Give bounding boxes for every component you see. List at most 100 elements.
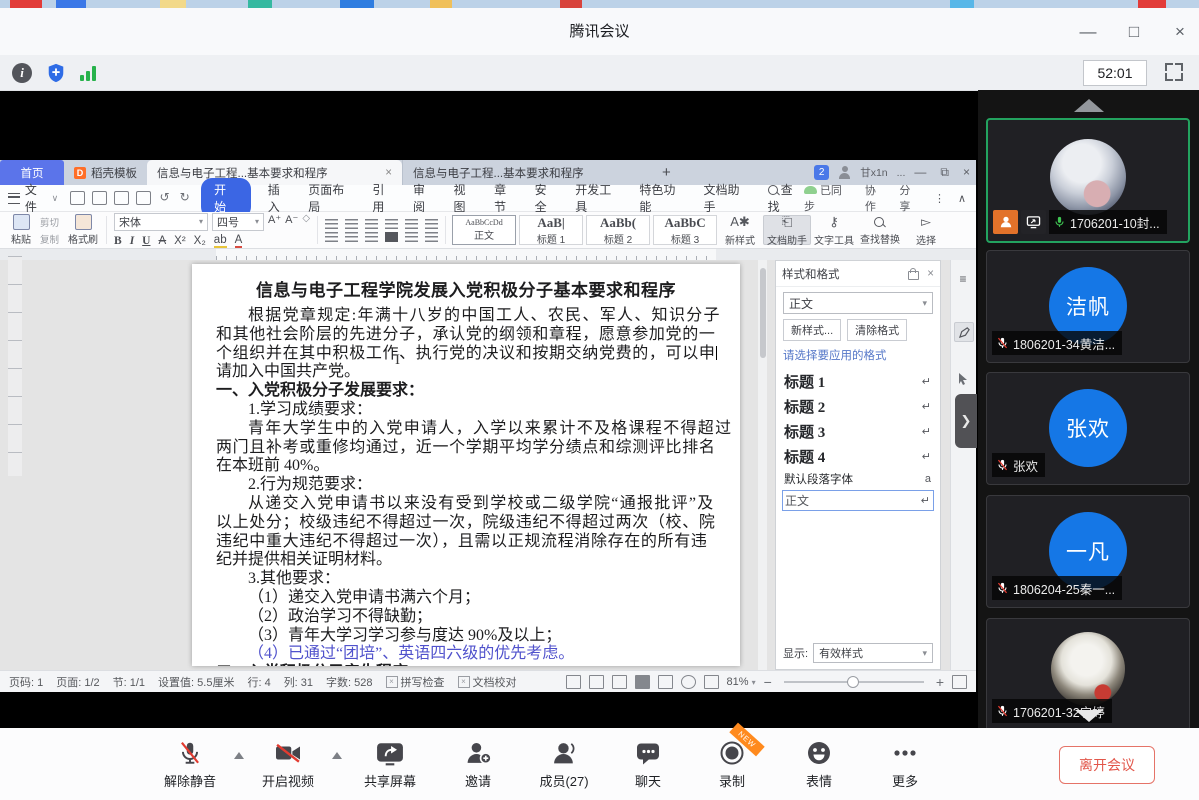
wps-restore-button[interactable]: ⧉ xyxy=(940,165,949,180)
style-item-default-font[interactable]: 默认段落字体a xyxy=(776,469,940,489)
menu-view[interactable]: 视图 xyxy=(454,181,478,215)
scroll-up-arrow[interactable] xyxy=(1074,99,1104,112)
styles-rail-icon[interactable] xyxy=(954,322,974,342)
minimize-button[interactable]: — xyxy=(1079,22,1097,42)
view-outline-icon[interactable] xyxy=(658,675,673,689)
font-color-button[interactable]: A xyxy=(235,234,243,248)
participant-tile-1[interactable]: 1706201-10封... xyxy=(986,118,1190,243)
record-button[interactable]: NEW 录制 xyxy=(688,739,776,790)
invite-button[interactable]: 邀请 xyxy=(436,739,520,790)
style-item-h4[interactable]: 标题 4↵ xyxy=(776,444,940,469)
view-two-page-icon[interactable] xyxy=(589,675,604,689)
zoom-slider[interactable] xyxy=(784,681,924,683)
doc-helper-button[interactable]: ⎗ 文档助手 xyxy=(763,215,811,245)
fullscreen-icon[interactable] xyxy=(1165,63,1183,81)
copy-button[interactable]: 复制 xyxy=(40,232,59,246)
align-center-icon[interactable] xyxy=(345,232,358,242)
shading-icon[interactable] xyxy=(425,232,438,242)
wps-notification-badge[interactable]: 2 xyxy=(814,165,829,180)
style-heading1[interactable]: AaB| 标题 1 xyxy=(519,215,583,245)
save-icon[interactable] xyxy=(70,191,85,205)
menu-review[interactable]: 审阅 xyxy=(413,181,437,215)
proofread-toggle[interactable]: ×文档校对 xyxy=(458,674,517,690)
zoom-value[interactable]: 81% ▾ xyxy=(727,676,756,688)
sort-icon[interactable] xyxy=(405,219,418,229)
wps-user-avatar[interactable] xyxy=(838,166,851,179)
new-style-button[interactable]: A✱ 新样式 xyxy=(717,212,763,248)
menu-dev-tools[interactable]: 开发工具 xyxy=(575,181,622,215)
meeting-info-icon[interactable]: i xyxy=(12,63,32,83)
menu-features[interactable]: 特色功能 xyxy=(639,181,686,215)
menu-page-layout[interactable]: 页面布局 xyxy=(308,181,355,215)
sync-status[interactable]: 已同步 xyxy=(804,182,852,214)
document-page[interactable]: 信息与电子工程学院发展入党积极分子基本要求和程序 根据党章规定:年满十八岁的中国… xyxy=(192,264,740,666)
participant-tile-3[interactable]: 张欢 张欢 xyxy=(986,372,1190,485)
style-item-h2[interactable]: 标题 2↵ xyxy=(776,394,940,419)
wps-close-button[interactable]: × xyxy=(963,165,970,180)
menubar-more-icon[interactable]: ⋮ xyxy=(934,192,945,205)
print-icon[interactable] xyxy=(114,191,129,205)
find-replace-button[interactable]: 查找替换 xyxy=(857,212,903,248)
grow-font-icon[interactable]: A⁺ xyxy=(268,213,281,231)
eye-protect-icon[interactable] xyxy=(704,675,719,689)
participant-tile-4[interactable]: 一凡 1806204-25秦一... xyxy=(986,495,1190,608)
clear-format-icon[interactable]: ◇ xyxy=(302,213,310,231)
leave-meeting-button[interactable]: 离开会议 xyxy=(1059,746,1155,784)
show-style-select[interactable]: 有效样式 ▾ xyxy=(813,643,933,663)
menu-icon[interactable] xyxy=(8,193,20,204)
unmute-button[interactable]: 解除静音 xyxy=(148,739,232,790)
view-page-icon[interactable] xyxy=(635,675,650,689)
subscript-button[interactable]: X₂ xyxy=(194,235,206,247)
close-button[interactable]: × xyxy=(1171,22,1189,42)
style-heading3[interactable]: AaBbC 标题 3 xyxy=(653,215,717,245)
font-name-select[interactable]: 宋体▾ xyxy=(114,213,208,231)
tab-close-icon[interactable]: × xyxy=(385,167,392,179)
undo-icon[interactable]: ↺ xyxy=(158,191,171,203)
underline-button[interactable]: U xyxy=(142,235,150,247)
view-web-icon[interactable] xyxy=(681,675,696,689)
paste-button[interactable]: 粘贴 xyxy=(6,212,36,248)
chat-button[interactable]: 聊天 xyxy=(608,739,688,790)
start-video-button[interactable]: 开启视频 xyxy=(246,739,330,790)
style-normal[interactable]: AaBbCcDd 正文 xyxy=(452,215,516,245)
outdent-icon[interactable] xyxy=(365,219,378,229)
style-item-h1[interactable]: 标题 1↵ xyxy=(776,369,940,394)
menu-security[interactable]: 安全 xyxy=(535,181,559,215)
number-list-icon[interactable] xyxy=(345,219,358,229)
indent-icon[interactable] xyxy=(385,219,398,229)
style-item-normal-selected[interactable]: 正文↵ xyxy=(782,490,934,511)
wps-tabbar-more[interactable]: ... xyxy=(897,167,906,179)
zoom-in-icon[interactable]: + xyxy=(936,674,944,690)
clear-format-panel-button[interactable]: 清除格式 xyxy=(847,319,907,341)
participant-tile-2[interactable]: 洁帆 1806201-34黄洁... xyxy=(986,250,1190,363)
preview-icon[interactable] xyxy=(136,191,151,205)
menu-reference[interactable]: 引用 xyxy=(372,181,396,215)
collaborate-button[interactable]: 协作 xyxy=(865,182,887,214)
new-style-panel-button[interactable]: 新样式... xyxy=(783,319,841,341)
scroll-down-arrow[interactable] xyxy=(1075,710,1103,722)
more-button[interactable]: 更多 xyxy=(862,739,948,790)
current-style-select[interactable]: 正文 ▾ xyxy=(783,292,933,314)
emoji-button[interactable]: 表情 xyxy=(776,739,862,790)
status-wordcount[interactable]: 字数: 528 xyxy=(326,674,372,690)
menu-insert[interactable]: 插入 xyxy=(268,181,292,215)
select-rail-icon[interactable] xyxy=(954,370,972,388)
horizontal-ruler[interactable] xyxy=(0,249,976,260)
align-right-icon[interactable] xyxy=(365,232,378,242)
menu-find[interactable]: 查找 xyxy=(768,181,804,215)
text-tool-button[interactable]: ⚷ 文字工具 xyxy=(811,212,857,248)
share-screen-button[interactable]: 共享屏幕 xyxy=(344,739,436,790)
security-shield-icon[interactable] xyxy=(46,63,66,83)
line-spacing-icon[interactable] xyxy=(405,232,418,242)
menu-file[interactable]: 文件 xyxy=(25,181,49,215)
wps-minimize-button[interactable]: — xyxy=(914,165,926,180)
font-size-select[interactable]: 四号▾ xyxy=(212,213,264,231)
superscript-button[interactable]: X² xyxy=(174,235,186,247)
zoom-out-icon[interactable]: − xyxy=(764,674,772,690)
members-button[interactable]: 成员(27) xyxy=(520,739,608,790)
network-signal-icon[interactable] xyxy=(80,65,96,81)
cut-button[interactable]: 剪切 xyxy=(40,215,59,229)
justify-icon[interactable] xyxy=(385,232,398,242)
sidebar-collapse-arrow[interactable]: ❯ xyxy=(955,394,977,448)
align-left-icon[interactable] xyxy=(325,232,338,242)
